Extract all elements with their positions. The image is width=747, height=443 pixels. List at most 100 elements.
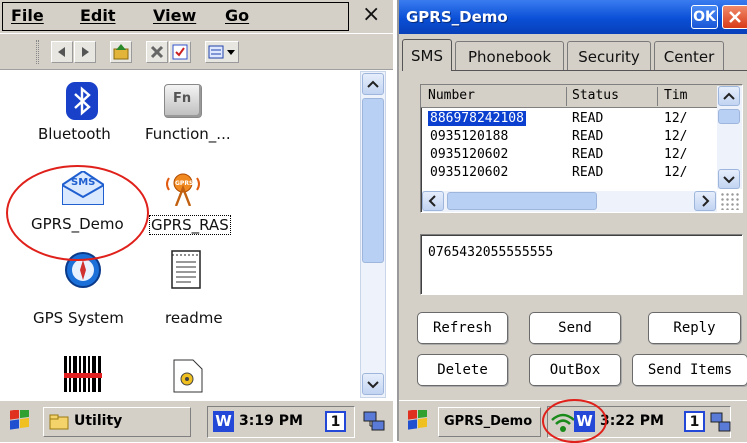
properties-check-icon — [172, 44, 188, 60]
utility-task-button[interactable]: Utility — [43, 407, 191, 437]
barcode-icon[interactable] — [64, 356, 102, 392]
list-vscrollbar[interactable] — [717, 86, 742, 189]
row-number: 0935120602 — [430, 165, 509, 180]
row-time: 12/ — [664, 147, 688, 162]
tab-panel-border — [402, 70, 747, 71]
function-key-icon[interactable]: Fn — [164, 84, 202, 118]
bluetooth-label: Bluetooth — [38, 125, 111, 143]
message-box[interactable]: 0765432055555555 — [420, 234, 743, 295]
fn-text: Fn — [173, 91, 192, 106]
send-items-label: Send Items — [647, 362, 733, 378]
toolbar-grip — [36, 40, 39, 64]
scroll-down-button[interactable] — [362, 373, 384, 395]
right-window: GPRS_Demo OK SMS Phonebook Security Cent… — [397, 0, 747, 443]
tab-phonebook-label: Phonebook — [467, 47, 552, 66]
delete-x-icon — [150, 45, 164, 59]
refresh-button[interactable]: Refresh — [417, 312, 508, 344]
scroll-up-button[interactable] — [362, 73, 384, 95]
bluetooth-icon[interactable] — [66, 82, 98, 120]
clock[interactable]: 3:19 PM — [239, 413, 303, 429]
sms-list[interactable]: Number Status Tim 886978242108 READ 12/ … — [420, 84, 743, 213]
delete-button[interactable]: Delete — [417, 354, 508, 386]
start-flag-icon[interactable] — [7, 410, 33, 432]
row-status: READ — [572, 129, 604, 144]
row-time: 12/ — [664, 111, 688, 126]
gprs-demo-task-label: GPRS_Demo — [444, 414, 533, 429]
menu-view[interactable]: View — [153, 6, 196, 25]
tab-phonebook[interactable]: Phonebook — [455, 41, 564, 71]
list-scroll-thumb[interactable] — [718, 109, 740, 124]
outbox-button[interactable]: OutBox — [529, 354, 621, 386]
scroll-thumb[interactable] — [362, 98, 384, 263]
list-scroll-left[interactable] — [422, 191, 444, 211]
message-text: 0765432055555555 — [428, 245, 554, 260]
chevron-up-icon — [367, 80, 379, 88]
tab-center[interactable]: Center — [654, 41, 724, 71]
ok-button[interactable]: OK — [691, 5, 718, 29]
tab-security-label: Security — [578, 47, 640, 66]
forward-button[interactable] — [74, 41, 96, 63]
size-grip — [720, 192, 740, 210]
settings-document-icon[interactable] — [173, 359, 203, 393]
chevron-up-icon — [723, 92, 735, 100]
header-number[interactable]: Number — [428, 88, 475, 103]
utility-label: Utility — [74, 413, 123, 429]
table-row[interactable]: 886978242108 READ 12/ — [424, 111, 742, 128]
menu-edit[interactable]: Edit — [80, 6, 116, 25]
close-button[interactable]: × — [362, 2, 380, 27]
back-arrow-icon — [58, 47, 65, 57]
chevron-down-icon — [367, 381, 379, 389]
row-time: 12/ — [664, 129, 688, 144]
table-row[interactable]: 0935120602 READ 12/ — [424, 165, 742, 182]
send-button[interactable]: Send — [529, 312, 621, 344]
row-status: READ — [572, 147, 604, 162]
tab-security[interactable]: Security — [567, 41, 651, 71]
menu-bar: File Edit View Go × — [0, 0, 393, 33]
header-divider — [566, 87, 567, 106]
gprs-demo-task-button[interactable]: GPRS_Demo — [438, 407, 541, 437]
send-items-button[interactable]: Send Items — [632, 354, 747, 386]
desktop-number[interactable]: 1 — [325, 411, 346, 432]
menu-go[interactable]: Go — [225, 6, 249, 25]
annotation-circle — [6, 165, 149, 261]
back-button[interactable] — [51, 41, 73, 63]
list-header: Number Status Tim — [421, 85, 742, 108]
outbox-label: OutBox — [549, 362, 601, 378]
up-folder-button[interactable] — [110, 41, 132, 63]
delete-label: Delete — [437, 362, 488, 378]
view-mode-button[interactable] — [205, 41, 239, 63]
tab-sms[interactable]: SMS — [402, 39, 452, 71]
network-icon[interactable] — [363, 411, 387, 433]
gprs-icon-text: GPRS — [175, 180, 194, 187]
list-scroll-right[interactable] — [694, 191, 716, 211]
list-scroll-up[interactable] — [718, 86, 740, 106]
chevron-left-icon — [428, 195, 436, 207]
desktop-number[interactable]: 1 — [684, 411, 705, 432]
list-hscroll-thumb[interactable] — [447, 192, 597, 210]
title-bar: GPRS_Demo OK — [399, 0, 747, 34]
vertical-scrollbar[interactable] — [360, 71, 386, 398]
table-row[interactable]: 0935120188 READ 12/ — [424, 129, 742, 146]
close-window-button[interactable] — [722, 5, 747, 29]
properties-button[interactable] — [169, 41, 191, 63]
list-scroll-down[interactable] — [718, 169, 740, 189]
send-label: Send — [558, 320, 592, 336]
header-status[interactable]: Status — [572, 88, 619, 103]
network-icon[interactable] — [710, 412, 732, 434]
list-view-icon — [208, 45, 235, 59]
tab-sms-label: SMS — [411, 46, 443, 65]
reply-button[interactable]: Reply — [648, 312, 741, 344]
delete-button[interactable] — [146, 41, 168, 63]
table-row[interactable]: 0935120602 READ 12/ — [424, 147, 742, 164]
document-icon[interactable] — [171, 249, 201, 289]
ime-w-icon[interactable]: W — [213, 411, 234, 432]
clock[interactable]: 3:22 PM — [600, 413, 664, 429]
list-hscrollbar[interactable] — [422, 191, 717, 212]
function-label: Function_... — [145, 125, 231, 143]
left-window: File Edit View Go × Bluetooth Fn Functio… — [0, 0, 393, 442]
row-number: 886978242108 — [428, 111, 526, 126]
header-time[interactable]: Tim — [664, 88, 687, 103]
menu-file[interactable]: File — [11, 6, 44, 25]
start-flag-icon[interactable] — [405, 410, 431, 432]
close-icon — [729, 11, 741, 23]
